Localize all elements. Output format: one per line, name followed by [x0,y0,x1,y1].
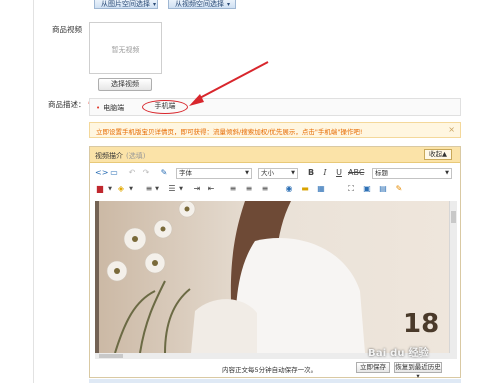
save-now-button[interactable]: 立即保存 [356,362,390,373]
chevron-down-icon: ▾ [227,1,231,8]
heading-select[interactable]: 标题 ▼ [372,168,452,179]
chevron-down-icon[interactable]: ▼ [126,184,136,194]
video-field-label: 商品视频 [52,25,82,34]
top-button-label: 从视频空间选择 [175,0,224,8]
align-left-icon[interactable]: ≡ [228,184,238,194]
chevron-down-icon: ▼ [445,170,449,176]
fullscreen-icon[interactable]: ⛶ [346,184,356,194]
notice-text: 立即设置手机版宝贝详情页，即可获得：流量倾斜/搜索加权/优先展示，点击"手机端"… [96,128,363,136]
font-family-select[interactable]: 字体 ▼ [176,168,252,179]
underline-icon[interactable]: U [334,168,344,178]
description-tab-bar: • 电脑端 手机端 [89,98,461,116]
editor-toolbar-row-1: <> ▭ ↶ ↷ ✎ 字体 ▼ 大小 ▼ B I U ABC 标题 ▼ [92,167,458,181]
editor-content-area[interactable]: 18 [95,201,457,353]
collapse-button[interactable]: 收起▲ [424,149,452,160]
italic-icon[interactable]: I [320,168,330,178]
indent-icon[interactable]: ⇥ [192,184,202,194]
editor-footer: 内容正文每5分钟自动保存一次。 立即保存 恢复到最近历史▾ [90,359,460,380]
bottom-strip [89,379,461,383]
preview-icon[interactable]: ▭ [109,168,119,178]
chevron-down-icon: ▼ [245,170,249,176]
chevron-down-icon[interactable]: ▼ [176,184,186,194]
vertical-scrollbar[interactable] [449,201,457,353]
editor-subtitle: (选填) [126,152,146,160]
table-icon[interactable]: ▦ [316,184,326,194]
font-size-value: 大小 [261,169,274,177]
scroll-thumb[interactable] [99,354,123,358]
select-from-video-space-button[interactable]: 从视频空间选择 ▾ [168,0,236,9]
chevron-down-icon: ▾ [153,1,157,8]
video-preview-box: 暂无视频 [89,22,162,74]
undo-icon[interactable]: ↶ [127,168,137,178]
watermark-logo: Bai du 经验 [368,348,429,359]
editor-header: 视频描介 (选填) 收起▲ [90,147,460,163]
mobile-setup-notice: 立即设置手机版宝贝详情页，即可获得：流量倾斜/搜索加权/优先展示，点击"手机端"… [89,122,461,138]
left-divider [33,0,34,383]
horizontal-rule-icon[interactable]: ▬ [300,184,310,194]
close-icon[interactable]: × [448,125,455,134]
video-icon[interactable]: ▤ [378,184,388,194]
redo-icon[interactable]: ↷ [141,168,151,178]
restore-history-button[interactable]: 恢复到最近历史▾ [394,362,442,380]
scroll-thumb[interactable] [451,211,456,223]
heading-value: 标题 [375,169,388,177]
font-family-value: 字体 [179,169,192,177]
font-color-icon[interactable]: ▆ [95,184,105,194]
tab-pc[interactable]: • 电脑端 [96,103,124,113]
format-painter-icon[interactable]: ✎ [159,168,169,178]
link-icon[interactable]: ◉ [284,184,294,194]
outdent-icon[interactable]: ⇤ [206,184,216,194]
edit-icon[interactable]: ✎ [394,184,404,194]
select-from-image-space-button[interactable]: 从图片空间选择 ▾ [94,0,158,9]
image-icon[interactable]: ▣ [362,184,372,194]
description-field-label: 商品描述： * [48,99,92,110]
strikethrough-icon[interactable]: ABC [348,168,364,178]
video-placeholder: 暂无视频 [111,46,140,54]
tab-mobile[interactable]: 手机端 [142,100,188,114]
select-video-button[interactable]: 选择视频 [98,78,152,91]
description-label-text: 商品描述： [48,100,86,109]
chevron-down-icon: ▼ [291,170,295,176]
highlight-color-icon[interactable]: ◈ [116,184,126,194]
font-size-select[interactable]: 大小 ▼ [258,168,298,179]
align-right-icon[interactable]: ≡ [260,184,270,194]
align-center-icon[interactable]: ≡ [244,184,254,194]
top-button-label: 从图片空间选择 [101,0,150,8]
chevron-down-icon[interactable]: ▼ [105,184,115,194]
tab-pc-label: 电脑端 [103,104,125,112]
bullet-icon: • [96,104,101,112]
autosave-hint: 内容正文每5分钟自动保存一次。 [222,366,318,374]
editor-title-text: 视频描介 [95,152,123,160]
image-number: 18 [403,309,440,339]
editor-title: 视频描介 (选填) [95,151,145,161]
bold-icon[interactable]: B [306,168,316,178]
chevron-down-icon[interactable]: ▼ [152,184,162,194]
source-code-icon[interactable]: <> [95,168,108,178]
editor-toolbar-row-2: ▆ ▼ ◈ ▼ ≡ ▼ ☰ ▼ ⇥ ⇤ ≡ ≡ ≡ ◉ ▬ ▦ ⛶ ▣ ▤ ✎ [92,183,458,197]
